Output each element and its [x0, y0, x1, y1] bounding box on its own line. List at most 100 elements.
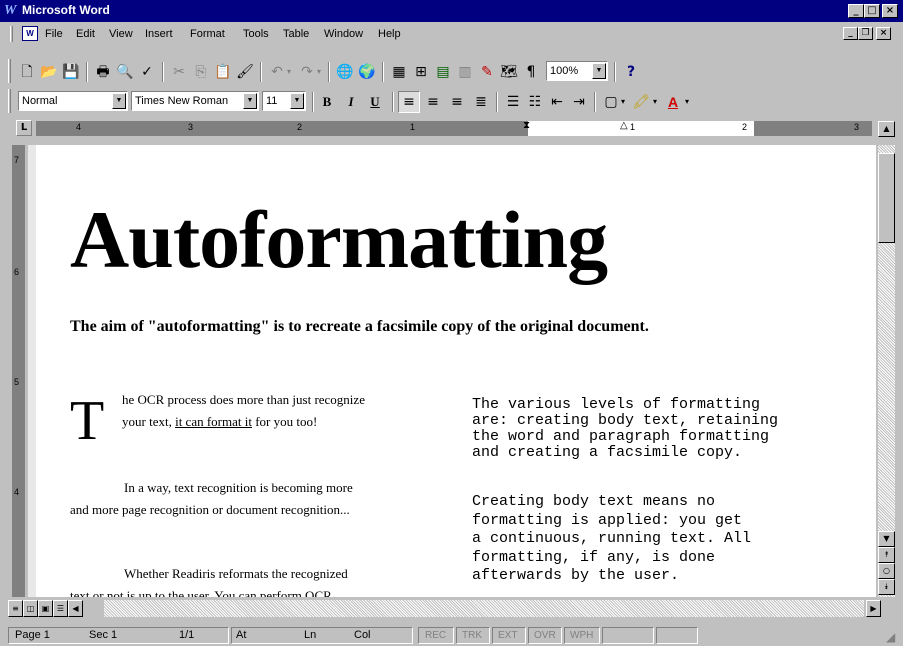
tab-selector-button[interactable]: L	[16, 120, 32, 136]
next-page-button[interactable]: ⯯	[878, 579, 895, 595]
insert-table-icon[interactable]: ⊞	[410, 61, 432, 83]
insert-hyperlink-icon[interactable]: 🌐	[334, 61, 356, 83]
font-color-dropdown-icon[interactable]: ▾	[682, 91, 692, 113]
title-bar[interactable]: W Microsoft Word _ □ ×	[0, 0, 903, 22]
font-combo[interactable]: Times New Roman ▼	[131, 91, 259, 111]
columns-icon[interactable]: ▥	[454, 61, 476, 83]
style-combo[interactable]: Normal ▼	[18, 91, 128, 111]
bullets-icon[interactable]: ☷	[524, 91, 546, 113]
document-map-icon[interactable]: 🗺	[498, 61, 520, 83]
align-right-icon[interactable]: ≡	[446, 91, 468, 113]
show-hide-icon[interactable]: ¶	[520, 61, 542, 83]
scroll-thumb[interactable]	[878, 153, 895, 243]
web-layout-view-button[interactable]: ◫	[23, 600, 38, 617]
indent-marker-icon[interactable]: ⧗	[523, 120, 530, 131]
bold-button[interactable]: B	[316, 91, 338, 113]
insert-excel-icon[interactable]: ▤	[432, 61, 454, 83]
print-layout-view-button[interactable]: ▣	[38, 600, 53, 617]
menu-edit[interactable]: Edit	[76, 28, 95, 40]
menu-bar: W File Edit View Insert Format Tools Tab…	[0, 24, 903, 44]
minimize-button[interactable]: _	[848, 4, 864, 18]
doc-minimize-button[interactable]: _	[843, 27, 858, 40]
zoom-combo[interactable]: 100% ▼	[546, 61, 608, 81]
highlight-icon[interactable]: 🖍	[630, 91, 652, 113]
zoom-dropdown-icon[interactable]: ▼	[592, 63, 606, 79]
menu-insert[interactable]: Insert	[145, 28, 173, 40]
status-wph[interactable]: WPH	[564, 627, 600, 644]
scroll-up-button[interactable]: ▲	[878, 121, 895, 137]
align-left-icon[interactable]: ≡	[398, 91, 420, 113]
horizontal-ruler[interactable]: L 4 3 2 1 1 2 3 ⧗ △ ▦ ▲	[0, 118, 903, 142]
save-icon[interactable]: 💾	[60, 61, 82, 83]
menu-file[interactable]: File	[45, 28, 63, 40]
italic-button[interactable]: I	[340, 91, 362, 113]
menu-table[interactable]: Table	[283, 28, 309, 40]
toolbar-grip[interactable]	[8, 89, 11, 113]
format-painter-icon[interactable]: 🖌	[234, 61, 256, 83]
style-dropdown-icon[interactable]: ▼	[112, 93, 126, 109]
ruler-number: 1	[410, 122, 416, 132]
vertical-scrollbar[interactable]: ▼ ⯭ ○ ⯯	[878, 145, 895, 597]
border-dropdown-icon[interactable]: ▾	[618, 91, 628, 113]
document-page[interactable]: Autoformatting The aim of "autoformattin…	[36, 145, 876, 597]
toolbar-grip[interactable]	[8, 59, 11, 83]
print-icon[interactable]: 🖶	[92, 61, 114, 83]
doc-close-button[interactable]: ×	[876, 27, 891, 40]
normal-view-button[interactable]: ≡	[8, 600, 23, 617]
menu-help[interactable]: Help	[378, 28, 401, 40]
cut-icon[interactable]: ✂	[168, 61, 190, 83]
status-ovr[interactable]: OVR	[528, 627, 562, 644]
document-icon[interactable]: W	[22, 26, 38, 41]
font-dropdown-icon[interactable]: ▼	[243, 93, 257, 109]
web-toolbar-icon[interactable]: 🌍	[356, 61, 378, 83]
menu-tools[interactable]: Tools	[243, 28, 269, 40]
close-button[interactable]: ×	[882, 4, 898, 18]
status-trk[interactable]: TRK	[456, 627, 490, 644]
status-spelling-field[interactable]	[602, 627, 654, 644]
horizontal-scroll-track[interactable]	[104, 600, 864, 617]
align-center-icon[interactable]: ≡	[422, 91, 444, 113]
size-dropdown-icon[interactable]: ▼	[290, 93, 304, 109]
scroll-right-button[interactable]: ▶	[866, 600, 881, 617]
scroll-left-button[interactable]: ◀	[68, 600, 83, 617]
open-folder-icon[interactable]: 📂	[38, 61, 60, 83]
justify-icon[interactable]: ≣	[470, 91, 492, 113]
print-preview-icon[interactable]: 🔍	[114, 61, 136, 83]
menu-format[interactable]: Format	[190, 28, 225, 40]
underline-button[interactable]: U	[364, 91, 386, 113]
doc-restore-button[interactable]: ❐	[858, 27, 873, 40]
outline-view-button[interactable]: ☰	[53, 600, 68, 617]
resize-grip-icon[interactable]: ◢	[886, 630, 895, 644]
select-browse-object-button[interactable]: ○	[878, 563, 895, 579]
status-ext[interactable]: EXT	[492, 627, 526, 644]
numbering-icon[interactable]: ☰	[502, 91, 524, 113]
increase-indent-icon[interactable]: ⇥	[568, 91, 590, 113]
vruler-number: 4	[14, 487, 20, 497]
status-rec[interactable]: REC	[418, 627, 454, 644]
word-app-icon[interactable]: W	[4, 3, 16, 19]
right-indent-marker-icon[interactable]: △	[620, 120, 628, 131]
font-color-icon[interactable]: A	[662, 91, 684, 113]
tables-borders-icon[interactable]: ▦	[388, 61, 410, 83]
new-document-icon[interactable]: 🗋	[16, 61, 38, 83]
size-combo[interactable]: 11 ▼	[262, 91, 306, 111]
previous-page-button[interactable]: ⯭	[878, 547, 895, 563]
column-marker-icon[interactable]: ▦	[786, 120, 795, 131]
scroll-down-button[interactable]: ▼	[878, 531, 895, 547]
drawing-icon[interactable]: ✎	[476, 61, 498, 83]
copy-icon[interactable]: ⎘	[190, 61, 212, 83]
undo-dropdown-icon[interactable]: ▾	[284, 61, 294, 83]
menu-window[interactable]: Window	[324, 28, 363, 40]
vertical-ruler[interactable]: 7 6 5 4	[8, 145, 28, 597]
maximize-button[interactable]: □	[864, 4, 880, 18]
separator	[594, 92, 596, 112]
menu-view[interactable]: View	[109, 28, 133, 40]
paste-icon[interactable]: 📋	[212, 61, 234, 83]
status-page-field: Page 1 Sec 1 1/1	[8, 627, 229, 644]
help-icon[interactable]: ?	[620, 61, 642, 83]
highlight-dropdown-icon[interactable]: ▾	[650, 91, 660, 113]
decrease-indent-icon[interactable]: ⇤	[546, 91, 568, 113]
redo-dropdown-icon[interactable]: ▾	[314, 61, 324, 83]
spelling-icon[interactable]: ✓	[136, 61, 158, 83]
menu-grip[interactable]	[10, 26, 13, 42]
